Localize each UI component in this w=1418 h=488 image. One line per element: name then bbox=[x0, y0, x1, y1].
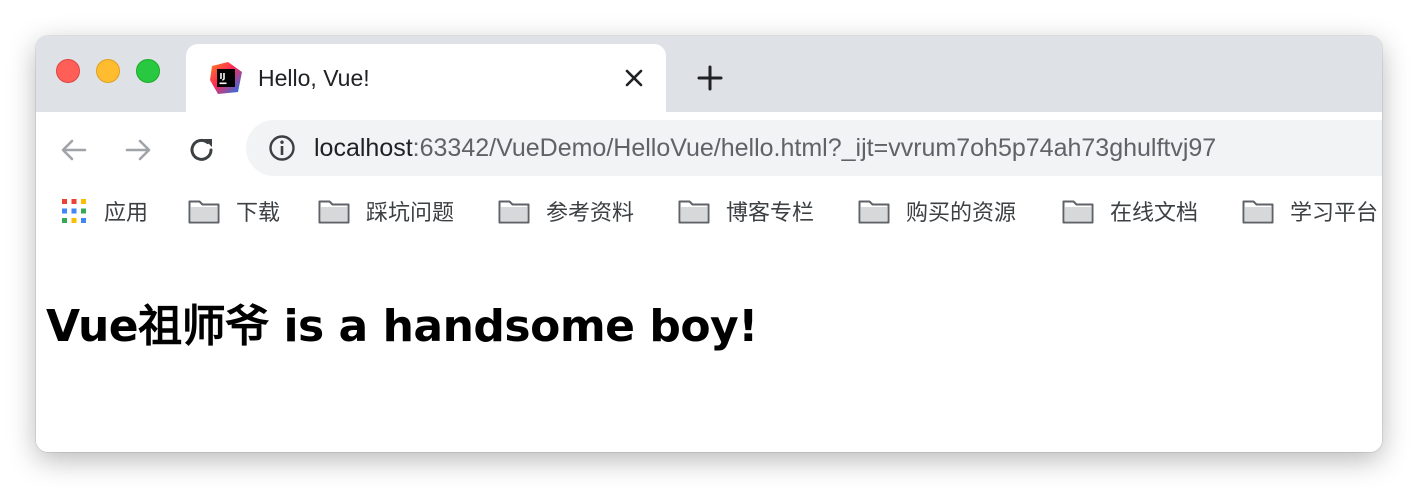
forward-arrow-icon[interactable] bbox=[122, 134, 154, 166]
plus-icon[interactable] bbox=[696, 64, 724, 92]
folder-icon bbox=[858, 200, 890, 224]
url-host: localhost bbox=[314, 134, 413, 162]
bookmark-label: 参考资料 bbox=[546, 201, 635, 226]
folder-icon bbox=[498, 200, 530, 224]
bookmark-folder[interactable]: 博客专栏 bbox=[678, 186, 814, 236]
svg-text:IJ: IJ bbox=[220, 72, 226, 81]
intellij-idea-icon: IJ bbox=[210, 62, 242, 94]
browser-window: IJ Hello, Vue! localhost:63342/VueDemo/H… bbox=[36, 36, 1382, 452]
bookmark-label: 在线文档 bbox=[1110, 201, 1199, 226]
bookmark-label: 学习平台 bbox=[1290, 201, 1379, 226]
close-icon[interactable] bbox=[622, 66, 646, 90]
folder-icon bbox=[1242, 200, 1274, 224]
window-minimize-button[interactable] bbox=[96, 59, 120, 83]
back-arrow-icon[interactable] bbox=[58, 134, 90, 166]
bookmark-folder[interactable]: 下载 bbox=[188, 186, 280, 236]
folder-icon bbox=[1062, 200, 1094, 224]
bookmark-folder[interactable]: 在线文档 bbox=[1062, 186, 1198, 236]
url-text[interactable]: localhost:63342/VueDemo/HelloVue/hello.h… bbox=[314, 120, 1216, 176]
url-path: :63342/VueDemo/HelloVue/hello.html?_ijt=… bbox=[412, 134, 1217, 162]
bookmark-folder[interactable]: 参考资料 bbox=[498, 186, 634, 236]
bookmark-label: 购买的资源 bbox=[906, 201, 1017, 226]
tab-hello-vue[interactable]: IJ Hello, Vue! bbox=[186, 44, 666, 112]
bookmark-folder[interactable]: 学习平台 bbox=[1242, 186, 1378, 236]
folder-icon bbox=[318, 200, 350, 224]
page-heading: Vue祖师爷 is a handsome boy! bbox=[46, 301, 758, 352]
reload-icon[interactable] bbox=[186, 134, 218, 166]
bookmark-label: 博客专栏 bbox=[726, 201, 815, 226]
bookmark-folder[interactable]: 购买的资源 bbox=[858, 186, 1016, 236]
bookmark-apps[interactable]: 应用 bbox=[60, 186, 148, 236]
bookmark-label: 踩坑问题 bbox=[366, 201, 455, 226]
window-close-button[interactable] bbox=[56, 59, 80, 83]
tab-strip: IJ Hello, Vue! bbox=[36, 36, 1382, 112]
window-maximize-button[interactable] bbox=[136, 59, 160, 83]
apps-grid-icon bbox=[62, 199, 86, 223]
bookmark-folder[interactable]: 踩坑问题 bbox=[318, 186, 454, 236]
folder-icon bbox=[188, 200, 220, 224]
bookmark-label: 下载 bbox=[236, 201, 281, 226]
page-content: Vue祖师爷 is a handsome boy! bbox=[36, 248, 1382, 452]
folder-icon bbox=[678, 200, 710, 224]
bookmarks-bar: 应用 下载 踩坑问题 参考资料 博客专栏 购买的资源 在线文档 学习平台 bbox=[36, 186, 1382, 250]
address-bar[interactable]: localhost:63342/VueDemo/HelloVue/hello.h… bbox=[246, 120, 1382, 176]
info-icon[interactable] bbox=[268, 134, 296, 162]
toolbar: localhost:63342/VueDemo/HelloVue/hello.h… bbox=[36, 112, 1382, 186]
tab-title: Hello, Vue! bbox=[258, 65, 370, 91]
bookmark-label: 应用 bbox=[104, 201, 149, 226]
